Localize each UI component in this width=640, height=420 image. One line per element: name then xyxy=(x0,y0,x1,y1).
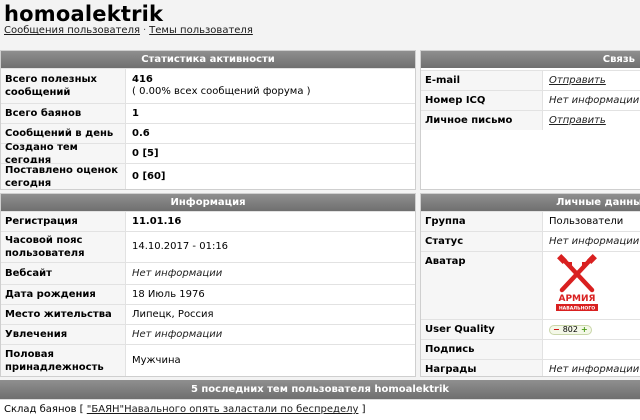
profile-links: Сообщения пользователя · Темы пользователя xyxy=(4,25,253,36)
info-row-timezone: Часовой пояс пользователя 14.10.2017 - 0… xyxy=(1,231,415,262)
links-separator: · xyxy=(142,25,147,36)
info-label: Дата рождения xyxy=(1,285,126,304)
profile-page: homoalektrik Сообщения пользователя · Темы… xyxy=(0,0,640,420)
personal-value: Нет информации xyxy=(549,363,640,375)
info-row-birthday: Дата рождения 18 Июль 1976 xyxy=(1,284,415,304)
activity-stats-panel: Статистика активности Всего полезных соо… xyxy=(0,50,416,190)
info-value: Липецк, Россия xyxy=(132,308,214,320)
personal-row-quality: User Quality − 802 + xyxy=(421,319,640,339)
stats-value: 0 [60] xyxy=(132,171,166,182)
avatar-image: АРМИЯ НАВАЛЬНОГО xyxy=(554,254,600,312)
personal-row-signature: Подпись xyxy=(421,339,640,359)
topic-forum-suffix: ] xyxy=(361,404,366,415)
topic-link[interactable]: "БАЯН"Навального опять заластали по бесп… xyxy=(87,404,359,415)
personal-row-avatar: Аватар АРМИЯ НАВАЛЬНОГО xyxy=(421,251,640,319)
icq-value: Нет информации xyxy=(549,94,640,106)
avatar-text-army: АРМИЯ xyxy=(559,294,596,304)
activity-stats-title: Статистика активности xyxy=(1,51,415,68)
info-row-registration: Регистрация 11.01.16 xyxy=(1,211,415,231)
contacts-label: E-mail xyxy=(421,71,543,90)
info-label: Регистрация xyxy=(1,212,126,231)
personal-data-title: Личные данные xyxy=(421,194,640,211)
user-quality-value: − 802 + xyxy=(549,320,592,339)
contacts-row-icq: Номер ICQ Нет информации xyxy=(421,90,640,110)
information-panel: Информация Регистрация 11.01.16 Часовой … xyxy=(0,193,416,377)
user-topics-link[interactable]: Темы пользователя xyxy=(149,25,253,36)
contacts-label: Личное письмо xyxy=(421,111,543,130)
info-label: Вебсайт xyxy=(1,263,126,284)
topic-forum-prefix: Склад баянов [ xyxy=(4,404,84,415)
info-label: Часовой пояс пользователя xyxy=(1,232,126,262)
info-label: Место жительства xyxy=(1,305,126,324)
stats-label: Всего полезных сообщений xyxy=(1,69,126,103)
contacts-panel: Связь E-mail Отправить Номер ICQ Нет инф… xyxy=(420,50,640,190)
quality-score: 802 xyxy=(562,324,578,334)
info-label: Увлечения xyxy=(1,325,126,344)
stats-value-cell: 416 ( 0.00% всех сообщений форума ) xyxy=(132,69,311,103)
stats-row-topics-today: Создано тем сегодня 0 [5] xyxy=(1,142,415,166)
info-row-hobbies: Увлечения Нет информации xyxy=(1,324,415,344)
personal-label: Статус xyxy=(421,232,543,251)
email-send-link[interactable]: Отправить xyxy=(549,71,606,90)
stats-label: Всего баянов xyxy=(1,104,126,123)
stats-row-useful-posts: Всего полезных сообщений 416 ( 0.00% все… xyxy=(1,68,415,103)
stats-value: 416 xyxy=(132,74,153,85)
stats-label: Создано тем сегодня xyxy=(1,142,126,166)
last-topics-row: Склад баянов [ "БАЯН"Навального опять за… xyxy=(0,399,640,420)
stats-row-bayans: Всего баянов 1 xyxy=(1,103,415,123)
info-value: Нет информации xyxy=(132,267,223,279)
personal-row-awards: Награды Нет информации xyxy=(421,359,640,376)
quality-plus-button[interactable]: + xyxy=(581,324,588,336)
profile-username: homoalektrik xyxy=(4,2,164,26)
avatar-text-navalny: НАВАЛЬНОГО xyxy=(559,306,595,312)
contacts-label: Номер ICQ xyxy=(421,91,543,110)
personal-label: Аватар xyxy=(421,252,543,319)
personal-row-status: Статус Нет информации xyxy=(421,231,640,251)
personal-value: Пользователи xyxy=(549,215,624,227)
personal-label: Группа xyxy=(421,212,543,231)
quality-minus-button[interactable]: − xyxy=(553,324,560,336)
personal-value: Нет информации xyxy=(549,235,640,247)
personal-row-group: Группа Пользователи xyxy=(421,211,640,231)
info-row-website: Вебсайт Нет информации xyxy=(1,262,415,284)
info-value: 18 Июль 1976 xyxy=(132,288,205,300)
stats-value: 1 xyxy=(132,107,139,119)
info-value: 14.10.2017 - 01:16 xyxy=(132,241,229,252)
info-value: Нет информации xyxy=(132,328,223,340)
avatar[interactable]: АРМИЯ НАВАЛЬНОГО xyxy=(554,252,600,319)
stats-value: 0 [5] xyxy=(132,147,159,159)
user-quality-badge: − 802 + xyxy=(549,324,592,336)
last-topics-title: 5 последних тем пользователя homoalektri… xyxy=(0,380,640,399)
info-row-gender: Половая принадлежность Мужчина xyxy=(1,344,415,376)
stats-subvalue: ( 0.00% всех сообщений форума ) xyxy=(132,86,311,97)
stats-value: 0.6 xyxy=(132,127,150,139)
info-value: Мужчина xyxy=(132,354,181,366)
personal-data-panel: Личные данные Группа Пользователи Статус… xyxy=(420,193,640,377)
pm-send-link[interactable]: Отправить xyxy=(549,111,606,130)
info-row-location: Место жительства Липецк, Россия xyxy=(1,304,415,324)
info-value: 11.01.16 xyxy=(132,215,182,227)
info-label: Половая принадлежность xyxy=(1,345,126,376)
contacts-row-pm: Личное письмо Отправить xyxy=(421,110,640,130)
stats-label: Поставлено оценок сегодня xyxy=(1,164,126,189)
contacts-row-email: E-mail Отправить xyxy=(421,70,640,90)
stats-row-ratings-today: Поставлено оценок сегодня 0 [60] xyxy=(1,163,415,189)
personal-label: User Quality xyxy=(421,320,543,339)
personal-label: Подпись xyxy=(421,340,543,359)
user-messages-link[interactable]: Сообщения пользователя xyxy=(4,25,140,36)
information-title: Информация xyxy=(1,194,415,211)
contacts-title: Связь xyxy=(421,51,640,68)
personal-label: Награды xyxy=(421,360,543,376)
